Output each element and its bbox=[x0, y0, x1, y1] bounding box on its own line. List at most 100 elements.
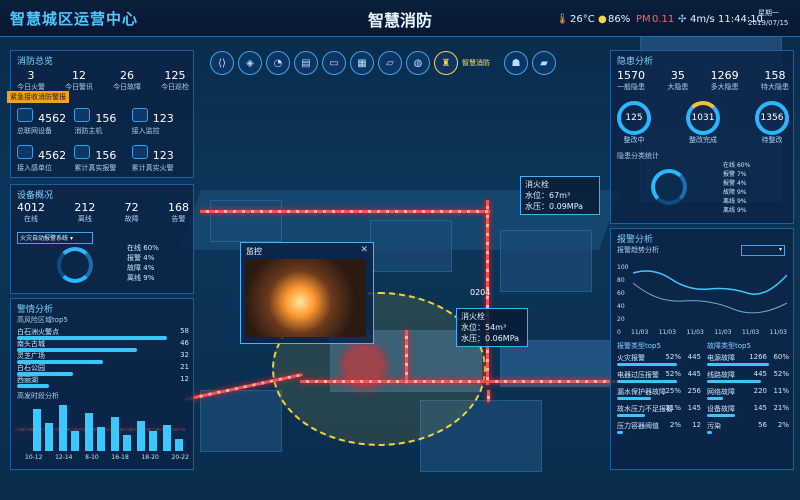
list-item[interactable]: 故水压力不足报警 145 21% bbox=[617, 404, 701, 421]
list-item[interactable]: 白石公园 21 bbox=[17, 363, 189, 376]
subtitle: 高风险区域top5 bbox=[17, 316, 68, 324]
system-select[interactable]: 火灾自动报警系统 ▾ bbox=[17, 232, 93, 244]
hours-axis: 10-12 12-14 8-10 16-18 18-20 20-22 bbox=[25, 454, 189, 461]
car-icon[interactable]: ▰ bbox=[532, 51, 556, 75]
hydrant-callout-1[interactable]: 消火栓 水位：67m³ 水压：0.09MPa bbox=[520, 176, 600, 215]
device-donut bbox=[57, 247, 93, 283]
fire-overview-panel: 消防总览 3 今日火警 12 今日警讯 26 今日故障 125 今日巡检 紧急接收消防警… bbox=[7, 50, 194, 178]
tile-real-alarms[interactable]: 156 累计真实报警 bbox=[74, 144, 131, 173]
list-item[interactable]: 压力容器阀值 12 2% bbox=[617, 421, 701, 438]
list-item[interactable]: 电器过压报警 445 52% bbox=[617, 370, 701, 387]
period-select[interactable]: ▾ bbox=[741, 245, 785, 256]
hydrant-icon[interactable]: ♜ bbox=[434, 51, 458, 75]
temperature-value: 26°C bbox=[570, 14, 595, 25]
panel-title: 报警分析 bbox=[617, 235, 654, 245]
alarm-type-list: 火灾报警 445 52% 电器过压报警 445 52% 漏水保护器故障 256 25% 故水… bbox=[617, 353, 701, 438]
stat-fault: 72 故障 bbox=[124, 201, 139, 223]
list-item[interactable]: 西丽湖 12 bbox=[17, 375, 189, 388]
host-icon bbox=[74, 108, 91, 122]
y-axis: 100 80 60 40 20 0 bbox=[617, 264, 629, 336]
panel-title: 警情分析 bbox=[17, 305, 54, 315]
close-icon[interactable]: ✕ bbox=[360, 245, 368, 255]
list-item[interactable]: 南头古城 46 bbox=[17, 339, 189, 352]
device-overview-panel: 设备概况 4012 在线 212 离线 72 故障 168 告警 火灾自动报警系统 ▾ … bbox=[10, 184, 194, 294]
hazard-panel: 隐患分析 1570 一般隐患 35 大隐患 1269 多大隐患 158 特大隐患 125… bbox=[610, 50, 794, 224]
monitor-window[interactable]: 监控 ✕ bbox=[240, 242, 374, 344]
list-item[interactable]: 电源故障 60% 1266 bbox=[707, 353, 789, 370]
list-item[interactable]: 灵芝广场 32 bbox=[17, 351, 189, 364]
trend-line-chart bbox=[633, 270, 787, 314]
pm-value: 0.11 bbox=[652, 14, 675, 25]
ring-done: 1031 整改完成 bbox=[686, 101, 720, 145]
page-title: 智慧消防 bbox=[367, 11, 432, 30]
shield-icon[interactable]: ◈ bbox=[238, 51, 262, 75]
x-axis: 11/03 11/03 11/03 11/03 11/03 11/03 bbox=[631, 329, 787, 336]
building-icon[interactable]: ▦ bbox=[350, 51, 374, 75]
tile-host[interactable]: 156 消防主机 bbox=[74, 107, 131, 136]
list-item[interactable]: 火灾报警 445 52% bbox=[617, 353, 701, 370]
share-icon[interactable]: ⟨⟩ bbox=[210, 51, 234, 75]
bus-icon[interactable]: ▤ bbox=[294, 51, 318, 75]
fault-type-title: 故障类型top5 bbox=[707, 342, 751, 350]
ring-rectifying: 125 整改中 bbox=[617, 101, 651, 145]
alert-badge[interactable]: 紧急接收消防警报 bbox=[7, 91, 69, 103]
map-icon[interactable]: ▱ bbox=[378, 51, 402, 75]
subtitle-hours: 高发时段分析 bbox=[17, 392, 59, 400]
monitor-title: 监控 bbox=[246, 247, 262, 256]
home-icon bbox=[17, 145, 33, 159]
alarm-icon bbox=[74, 145, 91, 159]
subtitle: 报警趋势分析 bbox=[617, 246, 659, 254]
brand-title: 智慧城区运营中心 bbox=[10, 10, 139, 28]
pm-icon: PM bbox=[636, 14, 651, 25]
stat-general: 1570 一般隐患 bbox=[617, 69, 645, 91]
tile-units[interactable]: 4562 接入感单位 bbox=[17, 144, 74, 173]
list-item[interactable]: 白石洲火警点 58 bbox=[17, 327, 189, 340]
gauge-icon[interactable]: ◔ bbox=[266, 51, 290, 75]
ring-pending: 1356 待整改 bbox=[755, 101, 789, 145]
wind-value: 4m/s bbox=[690, 14, 715, 25]
panel-title: 消防总览 bbox=[17, 57, 54, 67]
alarm-type-title: 报警类型top5 bbox=[617, 342, 661, 350]
tile-monitor[interactable]: 123 接入监控 bbox=[131, 107, 189, 136]
module-nav: ⟨⟩ ◈ ◔ ▤ ▭ ▦ ▱ ◍ ♜ 智慧消防 ☗ ▰ bbox=[210, 50, 590, 76]
stat-alarm: 168 告警 bbox=[167, 201, 189, 223]
hydrant-callout-2[interactable]: 消火栓 水位：54m³ 水压：0.06MPa bbox=[456, 308, 528, 347]
stat-inspect-today: 125 今日巡检 bbox=[161, 69, 189, 91]
subtitle: 隐患分类统计 bbox=[617, 152, 659, 160]
alarm-trend-panel: 报警分析 报警趋势分析 ▾ 100 80 60 40 20 0 11/03 11/03 11/… bbox=[610, 228, 794, 470]
device-legend: 在线 60% 报警 4% 故障 4% 离线 9% bbox=[127, 244, 159, 282]
wind-icon: ✣ bbox=[678, 14, 687, 25]
hydrant-id: 0204 bbox=[470, 288, 491, 297]
stat-extreme: 158 特大隐患 bbox=[760, 69, 789, 91]
camera-feed[interactable] bbox=[246, 259, 366, 337]
globe-icon[interactable]: ◍ bbox=[406, 51, 430, 75]
panel-title: 设备概况 bbox=[17, 191, 54, 201]
hazard-donut bbox=[651, 169, 687, 205]
device-icon bbox=[17, 108, 33, 122]
camera-icon bbox=[131, 108, 148, 122]
tile-real-fires[interactable]: 123 累计真实火警 bbox=[131, 144, 189, 173]
list-item[interactable]: 漏水保护器故障 256 25% bbox=[617, 387, 701, 404]
stat-major: 35 大隐患 bbox=[667, 69, 689, 91]
tile-devices[interactable]: 4562 总联网设备 bbox=[17, 107, 74, 136]
stat-warn-today: 12 今日警讯 bbox=[65, 69, 93, 91]
stat-fault-today: 26 今日故障 bbox=[113, 69, 141, 91]
thermometer-icon: 🌡 bbox=[556, 14, 569, 25]
stat-fire-today: 3 今日火警 bbox=[17, 69, 45, 91]
stat-online: 4012 在线 bbox=[17, 201, 45, 223]
stat-offline: 212 离线 bbox=[74, 201, 96, 223]
active-module-label[interactable]: 智慧消防 bbox=[462, 58, 500, 68]
alarm-analysis-panel: 警情分析 高风险区域top5 白石洲火警点 58 南头古城 46 灵芝广场 32 白石… bbox=[10, 298, 194, 470]
fire-icon bbox=[131, 145, 148, 159]
truck-icon[interactable]: ▭ bbox=[322, 51, 346, 75]
walk-icon[interactable]: ☗ bbox=[504, 51, 528, 75]
top-bar: 智慧城区运营中心 智慧消防 🌡 26°C ● 86% PM 0.11 ✣ 4m/… bbox=[0, 0, 800, 37]
weekday: 星期一 bbox=[758, 9, 779, 17]
risk-list: 白石洲火警点 58 南头古城 46 灵芝广场 32 白石公园 21 西丽湖 12 bbox=[17, 327, 189, 388]
list-item[interactable]: 线路故障 52% 445 bbox=[707, 370, 789, 387]
list-item[interactable]: 污染 2% 56 bbox=[707, 421, 789, 438]
list-item[interactable]: 设备故障 21% 145 bbox=[707, 404, 789, 421]
list-item[interactable]: 网络故障 11% 220 bbox=[707, 387, 789, 404]
humidity-value: 86% bbox=[608, 14, 631, 25]
panel-title: 隐患分析 bbox=[617, 57, 654, 67]
